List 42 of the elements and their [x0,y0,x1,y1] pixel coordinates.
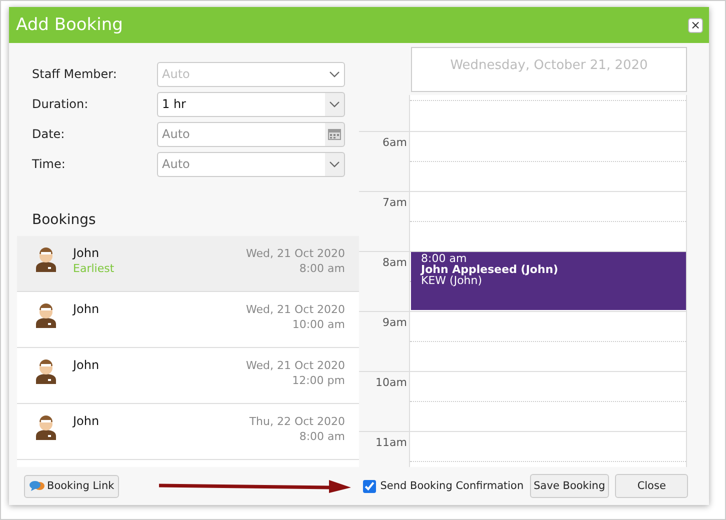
day-title: Wednesday, October 21, 2020 [450,58,648,75]
event-time: 8:00 am [421,253,467,264]
hour-label: 6am [382,136,407,151]
field-label: Duration: [32,97,90,111]
send-confirmation-checkbox[interactable] [363,480,376,492]
booking-time: 8:00 am [299,261,345,276]
person-avatar-icon [35,358,57,384]
dialog-title: Add Booking [16,15,123,35]
hour-label: 10am [376,376,407,391]
booking-time: 8:00 am [299,429,345,444]
booking-date: Wed, 21 Oct 2020 [246,358,345,373]
calendar-event[interactable]: 8:00 am John Appleseed (John) KEW (John) [411,252,686,310]
save-booking-button[interactable]: Save Booking [530,474,610,498]
person-avatar-icon [35,302,57,328]
booking-date: Wed, 21 Oct 2020 [246,302,345,317]
booking-date: Wed, 21 Oct 2020 [246,246,345,261]
hour-label: 9am [382,316,407,331]
field-label: Date: [32,127,66,141]
booking-time: 12:00 pm [292,373,345,388]
staff-name: John [73,302,100,316]
hour-label: 11am [376,436,407,451]
booking-link-button[interactable]: Booking Link [24,474,120,498]
field-label: Staff Member: [32,67,118,81]
hour-label: 7am [382,196,407,211]
booking-row[interactable]: John Earliest Wed, 21 Oct 2020 8:00 am [17,236,359,292]
field-label: Time: [32,157,66,171]
hour-label: 8am [382,256,407,271]
close-dialog-button[interactable]: Close [615,474,688,498]
booking-date: Thu, 22 Oct 2020 [249,414,345,429]
person-avatar-icon [35,246,57,272]
chat-bubbles-icon [29,480,45,492]
event-location: KEW (John) [421,275,482,286]
earliest-label: Earliest [73,262,116,275]
close-button[interactable]: × [688,18,703,32]
staff-name: John [73,414,100,428]
event-title: John Appleseed (John) [421,264,560,275]
booking-time: 10:00 am [292,317,345,332]
staff-name: John [73,246,100,260]
person-avatar-icon [35,414,57,440]
send-confirmation-label: Send Booking Confirmation [380,480,524,492]
bookings-heading: Bookings [31,211,97,230]
staff-name: John [73,358,100,372]
